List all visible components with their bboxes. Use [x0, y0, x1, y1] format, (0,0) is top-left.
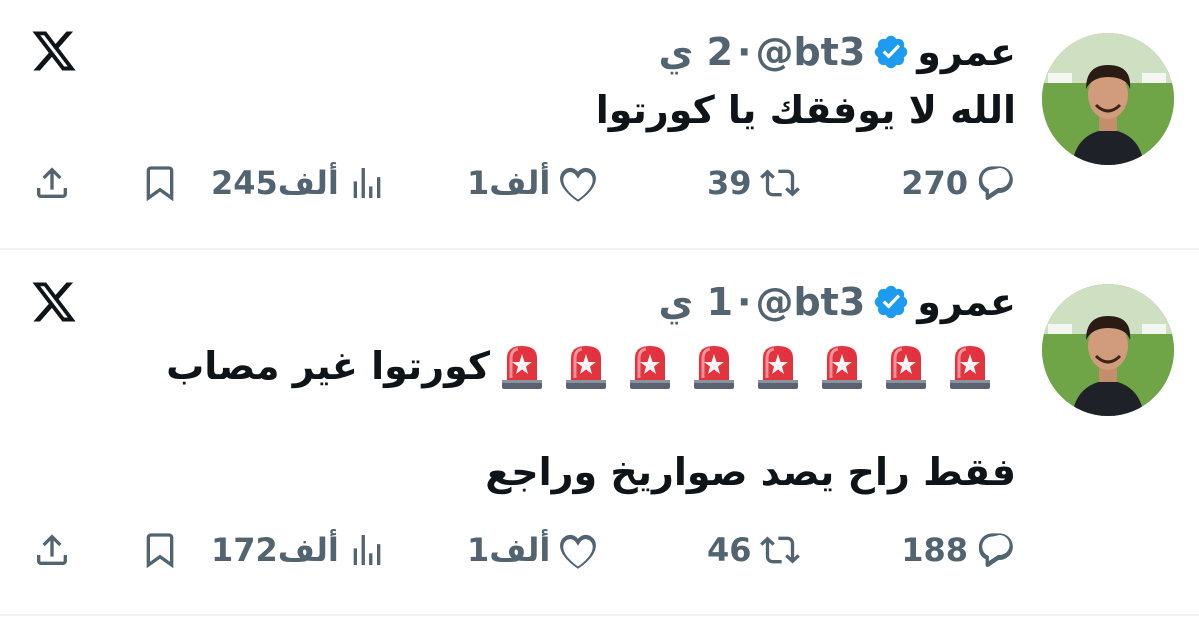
user-handle[interactable]: @bt3: [755, 280, 865, 324]
like-count: 1ألف: [467, 531, 551, 569]
tweet-header: عمرو @bt3 · 2 ي: [659, 30, 1016, 74]
like-count: 1ألف: [467, 164, 551, 202]
verified-badge-icon: [872, 283, 910, 321]
bookmark-button[interactable]: [140, 530, 180, 570]
siren-emoji-row: [490, 342, 1002, 390]
bookmark-icon: [140, 530, 180, 570]
display-name[interactable]: عمرو: [917, 30, 1016, 74]
like-button[interactable]: 1ألف: [467, 163, 598, 203]
timestamp[interactable]: 2 ي: [659, 30, 734, 74]
user-handle[interactable]: @bt3: [755, 30, 865, 74]
reply-button[interactable]: 270: [901, 163, 1016, 203]
tweet-text: الله لا يوفقك يا كورتوا: [595, 88, 1016, 132]
siren-emoji: [627, 342, 673, 390]
x-logo-icon: [30, 278, 78, 326]
siren-emoji: [499, 342, 545, 390]
tweet-header: عمرو @bt3 · 1 ي: [659, 280, 1016, 324]
views-count: 172ألف: [211, 531, 339, 569]
display-name[interactable]: عمرو: [917, 280, 1016, 324]
like-icon: [558, 530, 598, 570]
divider: [0, 614, 1199, 616]
like-button[interactable]: 1ألف: [467, 530, 598, 570]
retweet-icon: [760, 163, 800, 203]
timestamp[interactable]: 1 ي: [659, 280, 734, 324]
bookmark-icon: [140, 163, 180, 203]
siren-emoji: [755, 342, 801, 390]
action-bar: 188 46 1ألف 172ألف: [0, 530, 1199, 580]
reply-count: 270: [901, 164, 968, 202]
separator: ·: [737, 30, 752, 74]
reply-icon: [976, 163, 1016, 203]
retweet-icon: [760, 530, 800, 570]
x-logo-icon: [30, 27, 78, 75]
siren-emoji: [691, 342, 737, 390]
retweet-count: 46: [707, 531, 752, 569]
verified-badge-icon: [872, 33, 910, 71]
siren-emoji: [563, 342, 609, 390]
share-icon: [32, 530, 72, 570]
share-button[interactable]: [32, 530, 72, 570]
tweet[interactable]: عمرو @bt3 · 2 ي الله لا يوفقك يا كورتوا …: [0, 0, 1199, 248]
views-count: 245ألف: [211, 164, 339, 202]
retweet-button[interactable]: 46: [707, 530, 800, 570]
share-icon: [32, 163, 72, 203]
tweet[interactable]: عمرو @bt3 · 1 ي كورتوا غير مصاب فقط راح …: [0, 250, 1199, 615]
separator: ·: [737, 280, 752, 324]
reply-button[interactable]: 188: [901, 530, 1016, 570]
like-icon: [558, 163, 598, 203]
views-icon: [347, 163, 387, 203]
views-icon: [347, 530, 387, 570]
tweet-text-line-2: فقط راح يصد صواريخ وراجع: [485, 450, 1016, 494]
views-button[interactable]: 172ألف: [211, 530, 387, 570]
retweet-button[interactable]: 39: [707, 163, 800, 203]
siren-emoji: [883, 342, 929, 390]
reply-icon: [976, 530, 1016, 570]
avatar[interactable]: [1042, 284, 1174, 416]
share-button[interactable]: [32, 163, 72, 203]
retweet-count: 39: [707, 164, 752, 202]
tweet-text: كورتوا غير مصاب: [166, 344, 490, 388]
action-bar: 270 39 1ألف 245ألف: [0, 163, 1199, 213]
tweet-text-line-1: كورتوا غير مصاب: [166, 342, 1016, 390]
views-button[interactable]: 245ألف: [211, 163, 387, 203]
reply-count: 188: [901, 531, 968, 569]
siren-emoji: [947, 342, 993, 390]
bookmark-button[interactable]: [140, 163, 180, 203]
avatar[interactable]: [1042, 33, 1174, 165]
siren-emoji: [819, 342, 865, 390]
